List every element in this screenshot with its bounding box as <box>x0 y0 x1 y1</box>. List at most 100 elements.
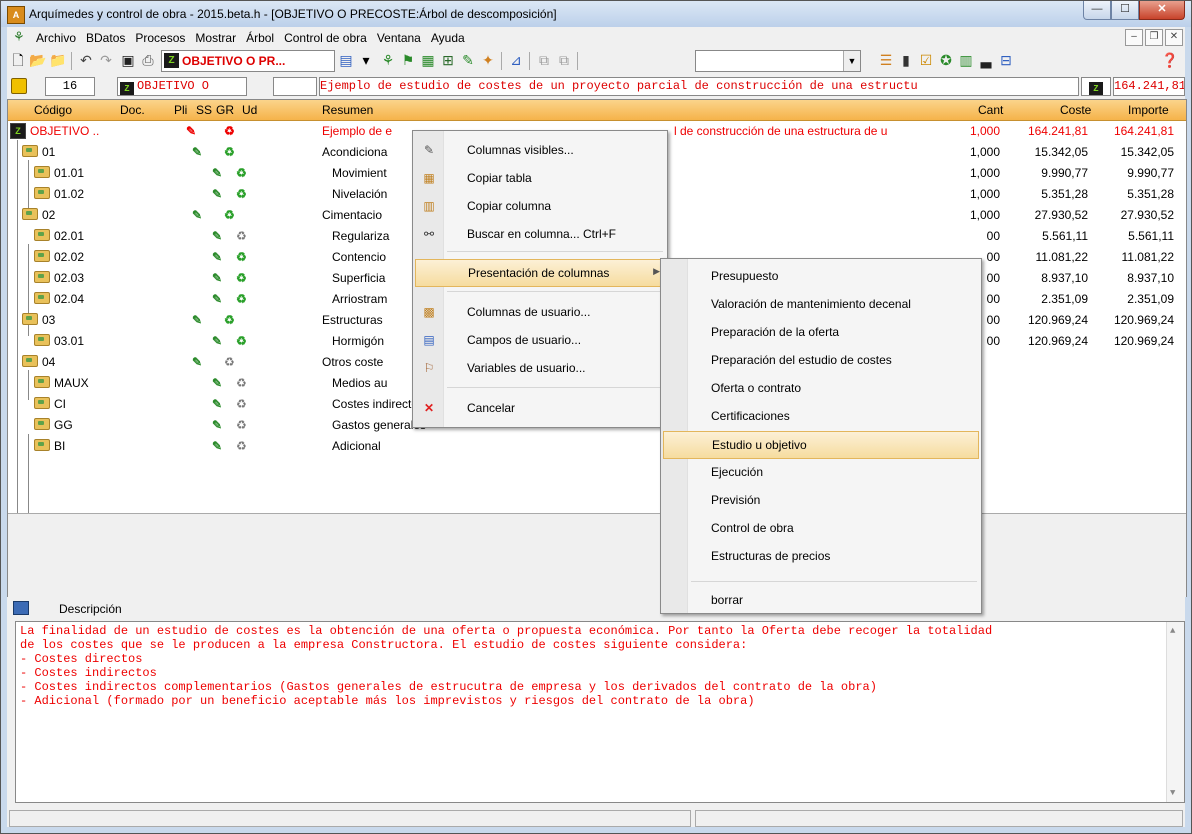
document-tree-icon[interactable]: ⚘ <box>13 30 27 44</box>
menu-item-campos-de-usuario[interactable]: ▤ Campos de usuario... <box>415 327 665 353</box>
header-resumen[interactable]: Resumen <box>322 103 373 117</box>
document-icon[interactable]: ▦ <box>419 51 437 69</box>
open-recent-icon[interactable]: 📁 <box>49 51 67 69</box>
description-textarea[interactable]: La finalidad de un estudio de costes es … <box>15 621 1185 803</box>
folder-icon[interactable] <box>34 439 50 451</box>
menu-bdatos[interactable]: BDatos <box>81 31 130 45</box>
menu-archivo[interactable]: Archivo <box>31 31 81 45</box>
submenu-item[interactable]: Estructuras de precios <box>663 543 977 569</box>
menu-item-variables-de-usuario[interactable]: ⚐ Variables de usuario... <box>415 355 665 381</box>
unit-field[interactable] <box>273 77 317 96</box>
grid-icon[interactable]: ⊟ <box>997 51 1015 69</box>
menu-item-copiar-tabla[interactable]: ▦ Copiar tabla <box>415 165 665 191</box>
submenu-item[interactable]: Estudio u objetivo <box>663 431 979 459</box>
folder-icon[interactable] <box>34 271 50 283</box>
chart-icon[interactable]: ✦ <box>479 51 497 69</box>
menu-item-copiar-columna[interactable]: ▥ Copiar columna <box>415 193 665 219</box>
copy-icon[interactable]: ⧉ <box>535 51 553 69</box>
scroll-up-icon[interactable]: ▲ <box>1170 624 1175 638</box>
folder-icon[interactable] <box>22 208 38 220</box>
menu-ayuda[interactable]: Ayuda <box>426 31 470 45</box>
folder-icon[interactable] <box>34 166 50 178</box>
folder-icon[interactable] <box>34 229 50 241</box>
concept-summary-field[interactable]: Ejemplo de estudio de costes de un proye… <box>319 77 1079 96</box>
maximize-button[interactable]: ☐ <box>1111 1 1139 20</box>
submenu-item[interactable]: Valoración de mantenimiento decenal <box>663 291 977 317</box>
mdi-close-button[interactable]: ✕ <box>1165 29 1183 46</box>
submenu-item[interactable]: Preparación del estudio de costes <box>663 347 977 373</box>
submenu-item[interactable]: Certificaciones <box>663 403 977 429</box>
paste-icon[interactable]: ⧉ <box>555 51 573 69</box>
tree-icon[interactable]: ⚘ <box>379 51 397 69</box>
folder-icon[interactable] <box>34 397 50 409</box>
check-icon[interactable]: ☑ <box>917 51 935 69</box>
menu-item-buscar-en-columna[interactable]: ⚯ Buscar en columna... Ctrl+F <box>415 221 665 247</box>
gantt-icon[interactable]: ▃ <box>977 51 995 69</box>
table-row[interactable]: BI ✎ ♻ Adicional <box>8 436 1186 457</box>
scroll-down-icon[interactable]: ▼ <box>1170 786 1175 800</box>
phase-icon[interactable]: ▤ <box>337 51 355 69</box>
menu-item-columnas-de-usuario[interactable]: ▩ Columnas de usuario... <box>415 299 665 325</box>
report-icon[interactable]: ☰ <box>877 51 895 69</box>
mdi-restore-button[interactable]: ❐ <box>1145 29 1163 46</box>
header-ud[interactable]: Ud <box>242 103 257 117</box>
header-pli[interactable]: Pli <box>174 103 187 117</box>
header-doc[interactable]: Doc. <box>120 103 145 117</box>
description-scrollbar[interactable]: ▲ ▼ <box>1166 622 1184 802</box>
level-number-field[interactable]: 16 <box>45 77 95 96</box>
submenu-item[interactable]: Presupuesto <box>663 263 977 289</box>
folder-icon[interactable] <box>22 145 38 157</box>
menu-item-columnas-visibles[interactable]: ✎ Columnas visibles... <box>415 137 665 163</box>
budget-selector-dropdown[interactable]: Z OBJETIVO O PR... <box>161 50 335 72</box>
submenu-item[interactable]: Oferta o contrato <box>663 375 977 401</box>
submenu-item[interactable]: Ejecución <box>663 459 977 485</box>
help-icon[interactable]: ❓ <box>1161 51 1179 69</box>
mdi-minimize-button[interactable]: – <box>1125 29 1143 46</box>
submenu-item[interactable]: Previsión <box>663 487 977 513</box>
chevron-down-icon[interactable]: ▼ <box>843 51 860 71</box>
submenu-item[interactable]: Preparación de la oferta <box>663 319 977 345</box>
open-folder-icon[interactable]: 📂 <box>29 51 47 69</box>
tree-expand-icon[interactable]: ⚑ <box>399 51 417 69</box>
save-icon[interactable]: ▣ <box>119 51 137 69</box>
folder-icon[interactable] <box>22 313 38 325</box>
new-file-icon[interactable]: 🗋 <box>9 51 27 69</box>
menu-control-de-obra[interactable]: Control de obra <box>279 31 372 45</box>
minimize-button[interactable]: — <box>1083 1 1111 20</box>
menu-procesos[interactable]: Procesos <box>130 31 190 45</box>
concept-code-field[interactable]: Z OBJETIVO O <box>117 77 247 96</box>
header-coste[interactable]: Coste <box>1060 103 1091 117</box>
header-gr[interactable]: GR <box>216 103 234 117</box>
folder-icon[interactable] <box>34 334 50 346</box>
close-button[interactable]: ✕ <box>1139 1 1185 20</box>
header-importe[interactable]: Importe <box>1128 103 1169 117</box>
book-icon[interactable]: ▥ <box>957 51 975 69</box>
attach-icon[interactable]: ▮ <box>897 51 915 69</box>
header-ss[interactable]: SS <box>196 103 212 117</box>
type-field[interactable]: Z <box>1081 77 1111 96</box>
folder-icon[interactable] <box>34 292 50 304</box>
header-cant[interactable]: Cant <box>978 103 1003 117</box>
undo-icon[interactable]: ↶ <box>77 51 95 69</box>
phase-dropdown-arrow-icon[interactable]: ▾ <box>357 51 375 69</box>
certificate-icon[interactable]: ✪ <box>937 51 955 69</box>
menu-ventana[interactable]: Ventana <box>372 31 426 45</box>
calculator-icon[interactable]: ⊞ <box>439 51 457 69</box>
redo-icon[interactable]: ↷ <box>97 51 115 69</box>
folder-icon[interactable] <box>22 355 38 367</box>
submenu-item-borrar[interactable]: borrar <box>663 587 977 613</box>
menu-item-cancelar[interactable]: ✕ Cancelar <box>415 395 665 421</box>
folder-icon[interactable] <box>34 187 50 199</box>
folder-icon[interactable] <box>34 250 50 262</box>
measurement-icon[interactable]: ✎ <box>459 51 477 69</box>
menu-arbol[interactable]: Árbol <box>241 31 279 45</box>
filter-icon[interactable]: ⊿ <box>507 51 525 69</box>
filter-combo[interactable]: ▼ <box>695 50 861 72</box>
print-icon[interactable]: ⎙ <box>139 51 157 69</box>
folder-icon[interactable] <box>34 376 50 388</box>
menu-mostrar[interactable]: Mostrar <box>190 31 241 45</box>
menu-item-presentacion-de-columnas[interactable]: Presentación de columnas ▶ <box>415 259 665 287</box>
header-codigo[interactable]: Código <box>34 103 72 117</box>
folder-icon[interactable] <box>34 418 50 430</box>
submenu-item[interactable]: Control de obra <box>663 515 977 541</box>
